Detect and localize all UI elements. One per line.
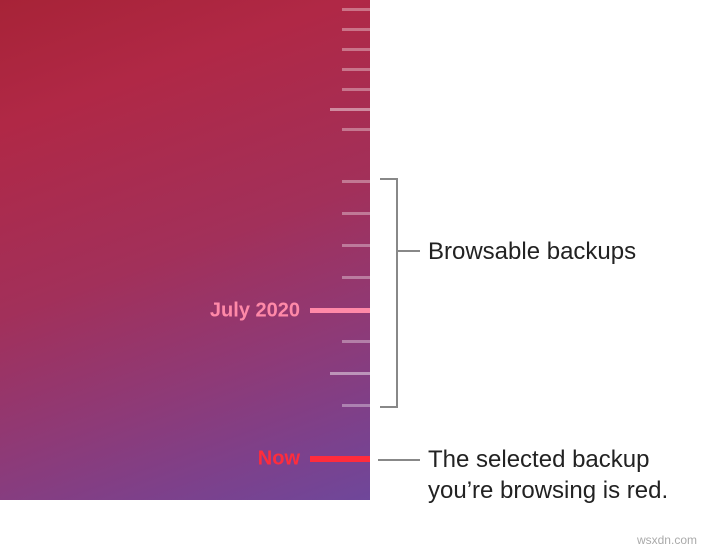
timeline-tick[interactable] xyxy=(342,340,370,343)
callout-connector xyxy=(398,250,420,252)
timeline-now-label: Now xyxy=(258,448,300,471)
callout-bracket xyxy=(380,178,398,408)
timeline-panel: July 2020 Now xyxy=(0,0,370,500)
timeline-tick-now[interactable] xyxy=(310,456,370,462)
callout-connector xyxy=(378,459,420,461)
timeline-tick[interactable] xyxy=(330,372,370,375)
timeline-tick[interactable] xyxy=(342,28,370,31)
timeline-tick[interactable] xyxy=(342,404,370,407)
timeline-tick[interactable] xyxy=(342,68,370,71)
annotation-selected-line2: you’re browsing is red. xyxy=(428,477,668,504)
watermark: wsxdn.com xyxy=(637,533,697,547)
timeline-tick-label: July 2020 xyxy=(210,300,300,323)
timeline-tick[interactable] xyxy=(330,108,370,111)
timeline-tick[interactable] xyxy=(342,8,370,11)
timeline-tick[interactable] xyxy=(342,48,370,51)
annotation-selected: The selected backup you’re browsing is r… xyxy=(428,444,668,506)
timeline-tick[interactable] xyxy=(342,128,370,131)
timeline-tick-labeled[interactable] xyxy=(310,308,370,313)
timeline-tick[interactable] xyxy=(342,244,370,247)
timeline-tick[interactable] xyxy=(342,212,370,215)
timeline-tick[interactable] xyxy=(342,88,370,91)
annotation-selected-line1: The selected backup xyxy=(428,446,649,473)
timeline-tick[interactable] xyxy=(342,276,370,279)
timeline-tick[interactable] xyxy=(342,180,370,183)
annotation-browsable: Browsable backups xyxy=(428,236,636,267)
